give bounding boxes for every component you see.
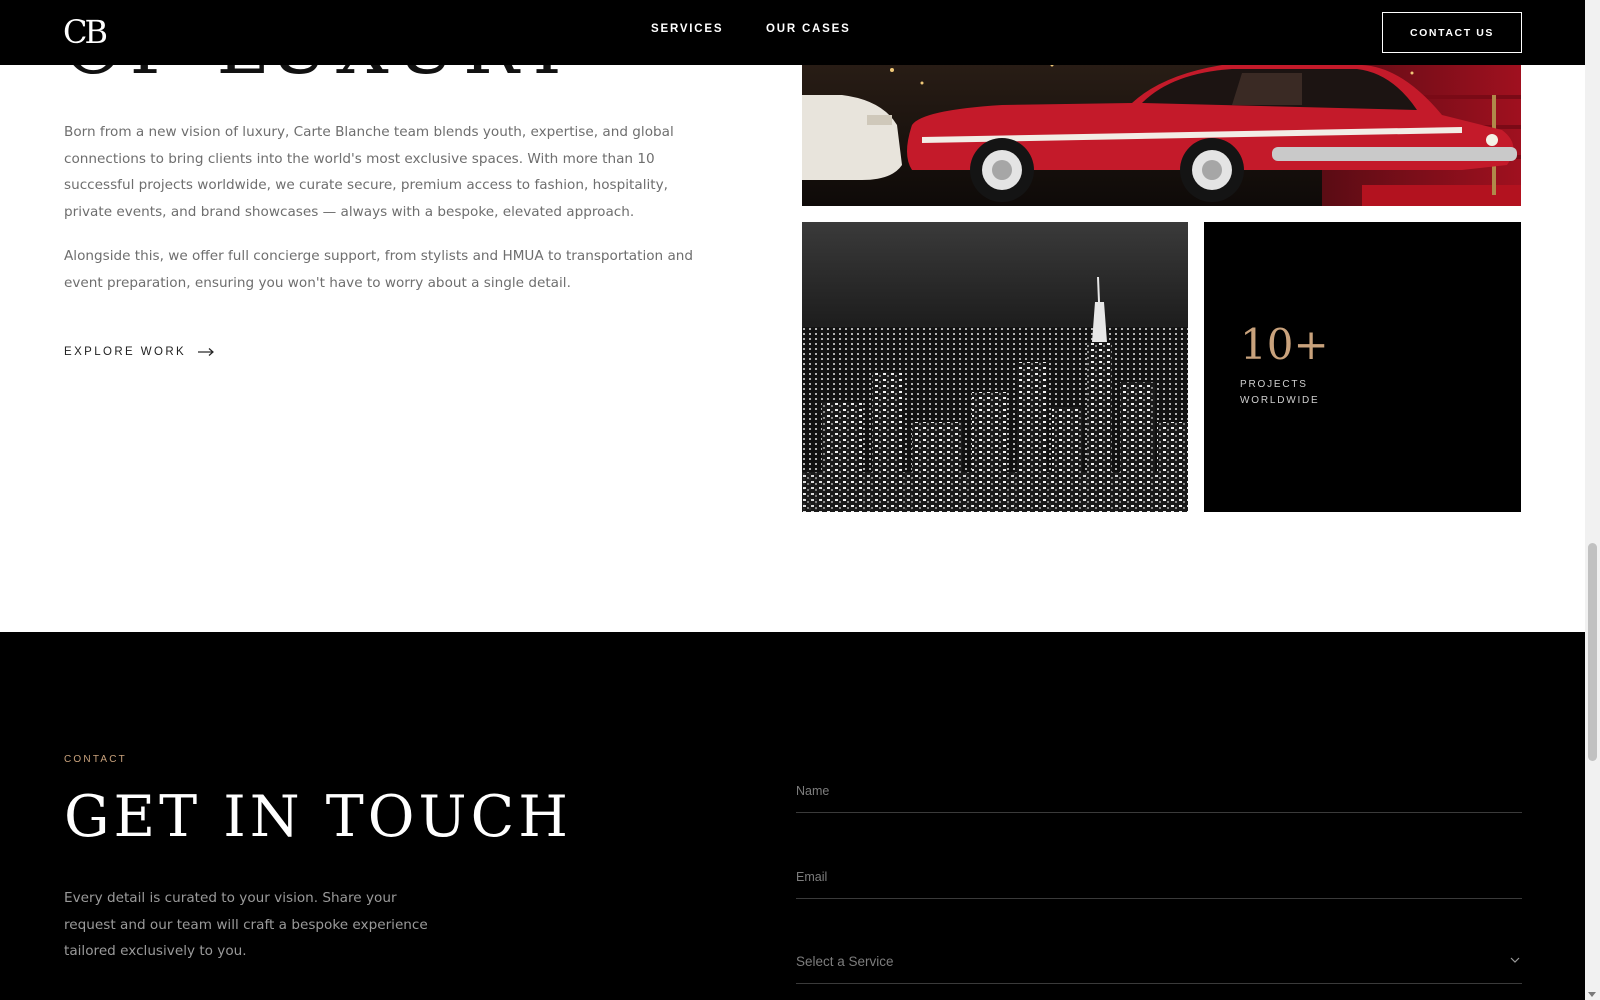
nav-services[interactable]: SERVICES [651, 23, 723, 35]
scroll-down-arrow-icon[interactable] [1588, 992, 1596, 997]
service-select[interactable]: Select a Service [796, 951, 1522, 984]
city-skyline-image [802, 222, 1188, 512]
contact-us-button[interactable]: CONTACT US [1382, 12, 1522, 53]
stat-number: 10+ [1240, 320, 1329, 369]
stat-label: PROJECTS WORLDWIDE [1240, 379, 1320, 406]
service-placeholder: Select a Service [796, 954, 894, 969]
contact-title: GET IN TOUCH [64, 784, 572, 850]
contact-eyebrow: CONTACT [64, 754, 127, 765]
site-header: CB SERVICES OUR CASES CONTACT US [0, 0, 1585, 65]
about-paragraph-2: Alongside this, we offer full concierge … [64, 248, 694, 291]
email-field[interactable]: Email [796, 866, 1522, 899]
chevron-down-icon [1510, 957, 1520, 963]
name-placeholder: Name [796, 784, 830, 798]
explore-work-label: EXPLORE WORK [64, 346, 187, 358]
classic-car-image [802, 55, 1521, 206]
scrollbar-thumb[interactable] [1588, 543, 1597, 761]
explore-work-link[interactable]: EXPLORE WORK [64, 346, 215, 358]
name-field[interactable]: Name [796, 780, 1522, 813]
contact-description: Every detail is curated to your vision. … [64, 890, 428, 959]
page-scrollbar[interactable] [1585, 0, 1600, 1000]
about-paragraph-1: Born from a new vision of luxury, Carte … [64, 124, 674, 220]
logo[interactable]: CB [63, 12, 108, 52]
nav-our-cases[interactable]: OUR CASES [766, 23, 851, 35]
projects-stat-card: 10+ PROJECTS WORLDWIDE [1204, 222, 1521, 512]
arrow-right-icon [198, 348, 215, 356]
contact-section: CONTACT GET IN TOUCH Every detail is cur… [0, 632, 1585, 1000]
email-placeholder: Email [796, 870, 828, 884]
